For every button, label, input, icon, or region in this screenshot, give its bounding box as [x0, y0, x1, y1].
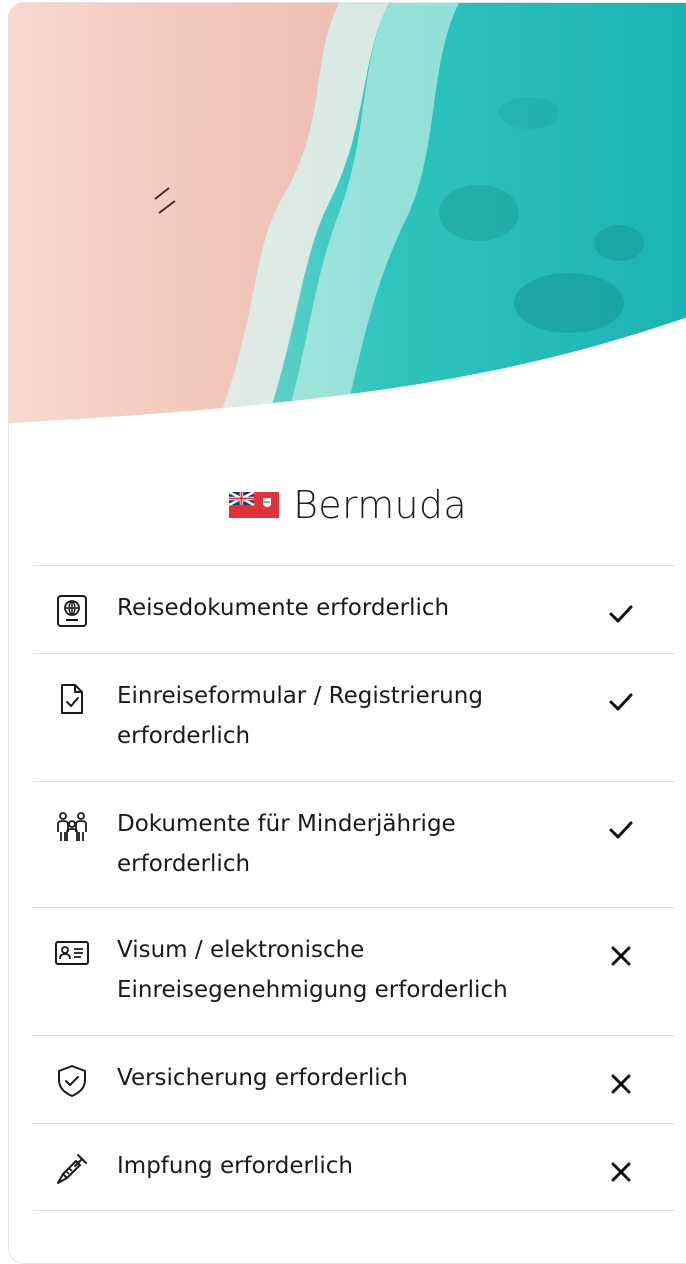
- requirement-label: Einreiseformular / Registrierung erforde…: [117, 683, 483, 749]
- bermuda-flag-icon: [229, 492, 280, 518]
- syringe-icon: [57, 1154, 87, 1184]
- requirement-row-insurance: Versicherung erforderlich: [33, 1035, 674, 1123]
- check-icon: [609, 693, 633, 711]
- requirement-label: Dokumente für Minderjährige erforderlich: [117, 811, 456, 877]
- requirement-row-visa: Visum / elektronische Einreisegenehmigun…: [33, 907, 674, 1035]
- country-title-row: Bermuda: [9, 473, 686, 537]
- check-icon: [609, 821, 633, 839]
- x-icon: [611, 946, 631, 966]
- requirements-list: Reisedokumente erforderlich Einreiseform…: [33, 565, 674, 1211]
- requirement-label: Visum / elektronische Einreisegenehmigun…: [117, 937, 508, 1003]
- passport-icon: [57, 595, 87, 627]
- check-icon: [609, 605, 633, 623]
- family-icon: [57, 812, 87, 841]
- x-icon: [611, 1162, 631, 1182]
- country-card: Bermuda Reisedokumente erforderlich Einr: [8, 2, 686, 1264]
- requirement-label: Impfung erforderlich: [117, 1153, 353, 1179]
- requirement-row-travel-documents: Reisedokumente erforderlich: [33, 565, 674, 653]
- requirement-row-vaccination: Impfung erforderlich: [33, 1123, 674, 1211]
- requirement-row-minor-documents: Dokumente für Minderjährige erforderlich: [33, 781, 674, 907]
- document-check-icon: [61, 684, 83, 714]
- requirement-label: Reisedokumente erforderlich: [117, 595, 450, 621]
- hero-image: [9, 3, 686, 443]
- requirement-label: Versicherung erforderlich: [117, 1065, 408, 1091]
- requirement-row-entry-form: Einreiseformular / Registrierung erforde…: [33, 653, 674, 781]
- x-icon: [611, 1074, 631, 1094]
- shield-check-icon: [58, 1065, 86, 1097]
- country-name: Bermuda: [293, 483, 467, 527]
- id-card-icon: [55, 941, 89, 965]
